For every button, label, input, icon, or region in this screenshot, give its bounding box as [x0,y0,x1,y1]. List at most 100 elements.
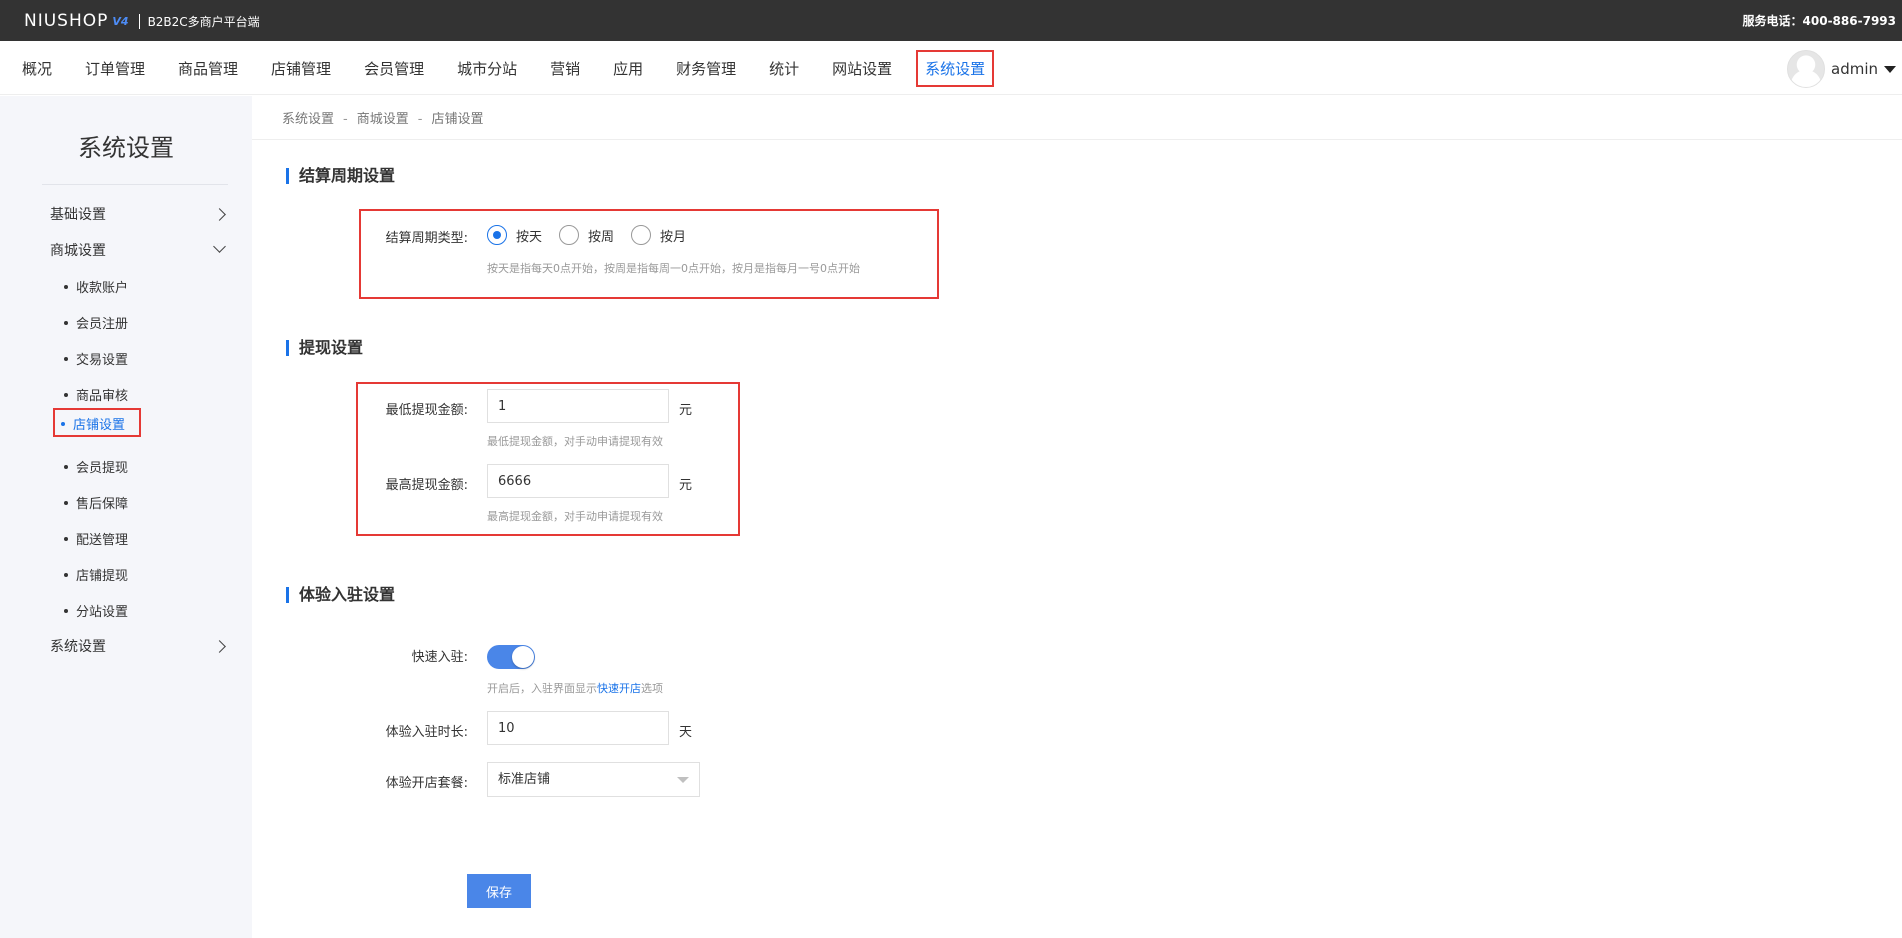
sidebar-item-label: 分站设置 [76,605,129,620]
max-withdraw-label: 最高提现金额: [385,478,468,493]
min-withdraw-input[interactable] [487,389,669,423]
nav-item-system-settings[interactable]: 系统设置 [916,49,995,87]
brand-version: V4 [112,14,129,28]
max-withdraw-unit: 元 [679,478,693,493]
sidebar-item-after-sales[interactable]: 售后保障 [64,493,128,512]
section-title-settlement: 结算周期设置 [286,168,395,184]
nav-item-apps[interactable]: 应用 [613,58,643,79]
sidebar-item-label: 商品审核 [76,389,129,404]
breadcrumb-item: 店铺设置 [431,112,484,127]
section-title-trial: 体验入驻设置 [286,587,395,603]
quick-settle-label: 快速入驻: [411,650,468,665]
trial-duration-input[interactable] [487,711,669,745]
bullet-icon [61,421,65,426]
radio-daily[interactable]: 按天 [487,225,542,245]
trial-package-select[interactable]: 标准店铺 [487,762,700,797]
bullet-icon [64,536,68,541]
radio-weekly[interactable]: 按周 [559,225,614,245]
radio-unchecked-icon [631,225,651,245]
dropdown-arrow-icon [677,777,689,783]
breadcrumb-item[interactable]: 商城设置 [357,112,409,127]
trial-duration-label: 体验入驻时长: [385,725,468,740]
sidebar-item-payment-account[interactable]: 收款账户 [64,277,128,296]
quick-settle-hint: 开启后，入驻界面显示快速开店选项 [487,680,663,696]
top-bar: NIUSHOP V4 B2B2C多商户平台端 服务电话：400-886-7993 [0,0,1902,41]
hint-link: 快速开店 [597,682,641,695]
sidebar-item-member-withdraw[interactable]: 会员提现 [64,457,128,476]
breadcrumb: 系统设置 - 商城设置 - 店铺设置 [282,112,484,127]
sidebar-divider [42,184,228,185]
bullet-icon [64,356,68,361]
sidebar-group-label: 基础设置 [50,207,106,223]
brand: NIUSHOP V4 B2B2C多商户平台端 [24,10,260,32]
nav-item-members[interactable]: 会员管理 [364,58,424,79]
min-withdraw-unit: 元 [679,403,693,418]
breadcrumb-divider [252,139,1902,140]
breadcrumb-item[interactable]: 系统设置 [282,112,334,127]
trial-duration-unit: 天 [679,725,693,740]
save-button[interactable]: 保存 [467,874,531,908]
bullet-icon [64,464,68,469]
sidebar-item-label: 店铺设置 [73,418,126,433]
quick-settle-toggle[interactable] [487,645,535,669]
user-menu[interactable]: admin [1787,50,1896,88]
sidebar-item-shop-settings[interactable]: 店铺设置 [53,408,142,437]
service-phone: 服务电话：400-886-7993 [1742,14,1896,28]
bullet-icon [64,500,68,505]
bullet-icon [64,608,68,613]
nav-item-marketing[interactable]: 营销 [550,58,580,79]
sidebar-item-goods-review[interactable]: 商品审核 [64,385,128,404]
sidebar-item-label: 配送管理 [76,533,129,548]
sidebar-group-basic[interactable]: 基础设置 [50,204,228,228]
sidebar-item-label: 收款账户 [76,281,129,296]
sidebar: 系统设置 基础设置 商城设置 收款账户 会员注册 交易设置 商品审核 店铺设置 … [0,96,252,938]
sidebar-item-member-register[interactable]: 会员注册 [64,313,128,332]
sidebar-group-mall[interactable]: 商城设置 [50,240,228,264]
max-withdraw-hint: 最高提现金额，对手动申请提现有效 [487,510,663,523]
toggle-knob [512,646,534,668]
sidebar-item-trade-settings[interactable]: 交易设置 [64,349,128,368]
brand-subtitle: B2B2C多商户平台端 [147,14,260,29]
chevron-right-icon [213,640,226,653]
chevron-right-icon [213,208,226,221]
nav-item-orders[interactable]: 订单管理 [85,58,145,79]
nav-item-shops[interactable]: 店铺管理 [271,58,331,79]
radio-monthly[interactable]: 按月 [631,225,686,245]
nav-item-finance[interactable]: 财务管理 [676,58,736,79]
radio-label: 按月 [660,229,687,245]
sidebar-item-label: 交易设置 [76,353,129,368]
sidebar-title: 系统设置 [78,134,174,162]
radio-label: 按周 [588,229,615,245]
sidebar-item-label: 售后保障 [76,497,129,512]
bullet-icon [64,572,68,577]
bullet-icon [64,284,68,289]
nav-item-city-sites[interactable]: 城市分站 [457,58,517,79]
bullet-icon [64,320,68,325]
sidebar-group-label: 系统设置 [50,639,106,655]
sidebar-item-label: 店铺提现 [76,569,129,584]
nav-item-stats[interactable]: 统计 [769,58,799,79]
sidebar-item-shop-withdraw[interactable]: 店铺提现 [64,565,128,584]
sidebar-item-label: 会员提现 [76,461,129,476]
max-withdraw-input[interactable] [487,464,669,498]
settlement-hint: 按天是指每天0点开始，按周是指每周一0点开始，按月是指每月一号0点开始 [487,262,860,275]
bullet-icon [64,392,68,397]
hint-text: 选项 [641,682,663,695]
radio-unchecked-icon [559,225,579,245]
sidebar-group-system[interactable]: 系统设置 [50,636,228,660]
min-withdraw-hint: 最低提现金额，对手动申请提现有效 [487,435,663,448]
hint-text: 开启后，入驻界面显示 [487,682,597,695]
brand-logo: NIUSHOP [24,11,109,31]
nav-item-website[interactable]: 网站设置 [832,58,892,79]
nav-item-overview[interactable]: 概况 [22,58,52,79]
sidebar-item-label: 会员注册 [76,317,129,332]
sidebar-item-delivery[interactable]: 配送管理 [64,529,128,548]
min-withdraw-label: 最低提现金额: [385,403,468,418]
nav-item-goods[interactable]: 商品管理 [178,58,238,79]
sidebar-group-label: 商城设置 [50,243,106,259]
brand-divider [138,13,140,29]
highlight-box [359,209,939,299]
sidebar-item-substation[interactable]: 分站设置 [64,601,128,620]
user-name: admin [1831,60,1878,78]
avatar [1787,50,1825,88]
